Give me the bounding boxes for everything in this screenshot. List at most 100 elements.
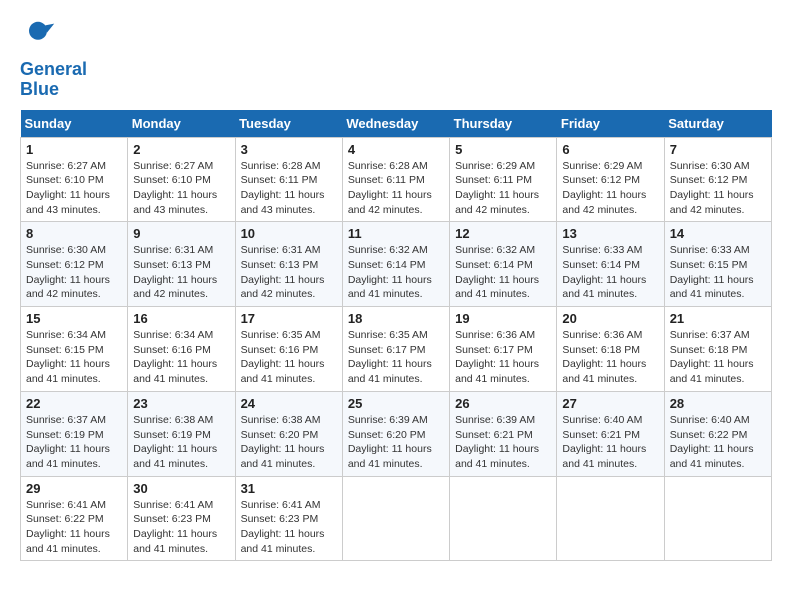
calendar-cell: 10Sunrise: 6:31 AMSunset: 6:13 PMDayligh… bbox=[235, 222, 342, 307]
calendar-week-row: 8Sunrise: 6:30 AMSunset: 6:12 PMDaylight… bbox=[21, 222, 772, 307]
day-number: 20 bbox=[562, 311, 658, 326]
calendar-cell bbox=[342, 476, 449, 561]
calendar-cell: 13 Sunrise: 6:33 AMSunset: 6:14 PMDayligh… bbox=[557, 222, 664, 307]
day-number: 6 bbox=[562, 142, 658, 157]
calendar-cell: 3 Sunrise: 6:28 AMSunset: 6:11 PMDaylight… bbox=[235, 137, 342, 222]
calendar-cell: 25 Sunrise: 6:39 AMSunset: 6:20 PMDayligh… bbox=[342, 391, 449, 476]
calendar-week-row: 15Sunrise: 6:34 AMSunset: 6:15 PMDayligh… bbox=[21, 307, 772, 392]
column-header-saturday: Saturday bbox=[664, 110, 771, 138]
day-info: Sunrise: 6:32 AMSunset: 6:14 PMDaylight:… bbox=[455, 243, 551, 302]
day-info: Sunrise: 6:38 AMSunset: 6:20 PMDaylight:… bbox=[241, 413, 337, 472]
calendar-cell: 1 Sunrise: 6:27 AMSunset: 6:10 PMDaylight… bbox=[21, 137, 128, 222]
calendar-cell: 4 Sunrise: 6:28 AMSunset: 6:11 PMDaylight… bbox=[342, 137, 449, 222]
logo-icon bbox=[20, 20, 56, 56]
calendar-cell: 15Sunrise: 6:34 AMSunset: 6:15 PMDayligh… bbox=[21, 307, 128, 392]
day-info: Sunrise: 6:30 AMSunset: 6:12 PMDaylight:… bbox=[670, 159, 766, 218]
day-info: Sunrise: 6:38 AMSunset: 6:19 PMDaylight:… bbox=[133, 413, 229, 472]
calendar-cell bbox=[557, 476, 664, 561]
calendar-cell: 11 Sunrise: 6:32 AMSunset: 6:14 PMDayligh… bbox=[342, 222, 449, 307]
day-info: Sunrise: 6:33 AMSunset: 6:14 PMDaylight:… bbox=[562, 243, 658, 302]
calendar-cell: 9Sunrise: 6:31 AMSunset: 6:13 PMDaylight… bbox=[128, 222, 235, 307]
calendar-table: SundayMondayTuesdayWednesdayThursdayFrid… bbox=[20, 110, 772, 562]
day-number: 14 bbox=[670, 226, 766, 241]
day-info: Sunrise: 6:34 AMSunset: 6:15 PMDaylight:… bbox=[26, 328, 122, 387]
calendar-cell: 23Sunrise: 6:38 AMSunset: 6:19 PMDayligh… bbox=[128, 391, 235, 476]
calendar-cell: 29 Sunrise: 6:41 AMSunset: 6:22 PMDayligh… bbox=[21, 476, 128, 561]
column-header-tuesday: Tuesday bbox=[235, 110, 342, 138]
calendar-cell: 30 Sunrise: 6:41 AMSunset: 6:23 PMDayligh… bbox=[128, 476, 235, 561]
calendar-cell: 26Sunrise: 6:39 AMSunset: 6:21 PMDayligh… bbox=[450, 391, 557, 476]
calendar-cell bbox=[450, 476, 557, 561]
day-info: Sunrise: 6:29 AMSunset: 6:12 PMDaylight:… bbox=[562, 159, 658, 218]
column-header-sunday: Sunday bbox=[21, 110, 128, 138]
day-info: Sunrise: 6:40 AMSunset: 6:21 PMDaylight:… bbox=[562, 413, 658, 472]
day-number: 12 bbox=[455, 226, 551, 241]
day-number: 16 bbox=[133, 311, 229, 326]
calendar-cell: 7 Sunrise: 6:30 AMSunset: 6:12 PMDaylight… bbox=[664, 137, 771, 222]
calendar-cell: 24 Sunrise: 6:38 AMSunset: 6:20 PMDayligh… bbox=[235, 391, 342, 476]
day-number: 7 bbox=[670, 142, 766, 157]
logo: General Blue bbox=[20, 20, 87, 100]
day-number: 29 bbox=[26, 481, 122, 496]
day-info: Sunrise: 6:36 AMSunset: 6:18 PMDaylight:… bbox=[562, 328, 658, 387]
calendar-week-row: 29 Sunrise: 6:41 AMSunset: 6:22 PMDayligh… bbox=[21, 476, 772, 561]
calendar-header-row: SundayMondayTuesdayWednesdayThursdayFrid… bbox=[21, 110, 772, 138]
calendar-cell: 12 Sunrise: 6:32 AMSunset: 6:14 PMDayligh… bbox=[450, 222, 557, 307]
day-info: Sunrise: 6:37 AMSunset: 6:18 PMDaylight:… bbox=[670, 328, 766, 387]
day-info: Sunrise: 6:41 AMSunset: 6:22 PMDaylight:… bbox=[26, 498, 122, 557]
day-info: Sunrise: 6:29 AMSunset: 6:11 PMDaylight:… bbox=[455, 159, 551, 218]
day-number: 30 bbox=[133, 481, 229, 496]
day-number: 11 bbox=[348, 226, 444, 241]
day-info: Sunrise: 6:35 AMSunset: 6:16 PMDaylight:… bbox=[241, 328, 337, 387]
day-number: 22 bbox=[26, 396, 122, 411]
day-number: 31 bbox=[241, 481, 337, 496]
day-number: 25 bbox=[348, 396, 444, 411]
day-info: Sunrise: 6:39 AMSunset: 6:20 PMDaylight:… bbox=[348, 413, 444, 472]
day-number: 24 bbox=[241, 396, 337, 411]
column-header-thursday: Thursday bbox=[450, 110, 557, 138]
day-number: 28 bbox=[670, 396, 766, 411]
day-info: Sunrise: 6:41 AMSunset: 6:23 PMDaylight:… bbox=[241, 498, 337, 557]
day-number: 2 bbox=[133, 142, 229, 157]
day-info: Sunrise: 6:33 AMSunset: 6:15 PMDaylight:… bbox=[670, 243, 766, 302]
calendar-cell: 16 Sunrise: 6:34 AMSunset: 6:16 PMDayligh… bbox=[128, 307, 235, 392]
page-header: General Blue bbox=[20, 20, 772, 100]
day-info: Sunrise: 6:32 AMSunset: 6:14 PMDaylight:… bbox=[348, 243, 444, 302]
column-header-friday: Friday bbox=[557, 110, 664, 138]
day-number: 21 bbox=[670, 311, 766, 326]
day-info: Sunrise: 6:27 AMSunset: 6:10 PMDaylight:… bbox=[133, 159, 229, 218]
day-info: Sunrise: 6:40 AMSunset: 6:22 PMDaylight:… bbox=[670, 413, 766, 472]
calendar-cell: 18Sunrise: 6:35 AMSunset: 6:17 PMDayligh… bbox=[342, 307, 449, 392]
logo-text: General Blue bbox=[20, 60, 87, 100]
calendar-cell: 8Sunrise: 6:30 AMSunset: 6:12 PMDaylight… bbox=[21, 222, 128, 307]
day-info: Sunrise: 6:27 AMSunset: 6:10 PMDaylight:… bbox=[26, 159, 122, 218]
day-info: Sunrise: 6:31 AMSunset: 6:13 PMDaylight:… bbox=[133, 243, 229, 302]
day-number: 27 bbox=[562, 396, 658, 411]
column-header-wednesday: Wednesday bbox=[342, 110, 449, 138]
calendar-cell: 31 Sunrise: 6:41 AMSunset: 6:23 PMDayligh… bbox=[235, 476, 342, 561]
day-number: 13 bbox=[562, 226, 658, 241]
column-header-monday: Monday bbox=[128, 110, 235, 138]
calendar-week-row: 22Sunrise: 6:37 AMSunset: 6:19 PMDayligh… bbox=[21, 391, 772, 476]
day-info: Sunrise: 6:31 AMSunset: 6:13 PMDaylight:… bbox=[241, 243, 337, 302]
calendar-cell: 22Sunrise: 6:37 AMSunset: 6:19 PMDayligh… bbox=[21, 391, 128, 476]
calendar-cell: 14 Sunrise: 6:33 AMSunset: 6:15 PMDayligh… bbox=[664, 222, 771, 307]
calendar-cell: 5 Sunrise: 6:29 AMSunset: 6:11 PMDaylight… bbox=[450, 137, 557, 222]
day-info: Sunrise: 6:34 AMSunset: 6:16 PMDaylight:… bbox=[133, 328, 229, 387]
calendar-cell: 21 Sunrise: 6:37 AMSunset: 6:18 PMDayligh… bbox=[664, 307, 771, 392]
calendar-cell: 19Sunrise: 6:36 AMSunset: 6:17 PMDayligh… bbox=[450, 307, 557, 392]
day-number: 19 bbox=[455, 311, 551, 326]
day-number: 26 bbox=[455, 396, 551, 411]
day-number: 1 bbox=[26, 142, 122, 157]
day-number: 5 bbox=[455, 142, 551, 157]
day-info: Sunrise: 6:35 AMSunset: 6:17 PMDaylight:… bbox=[348, 328, 444, 387]
day-info: Sunrise: 6:28 AMSunset: 6:11 PMDaylight:… bbox=[241, 159, 337, 218]
day-info: Sunrise: 6:28 AMSunset: 6:11 PMDaylight:… bbox=[348, 159, 444, 218]
day-number: 4 bbox=[348, 142, 444, 157]
calendar-week-row: 1 Sunrise: 6:27 AMSunset: 6:10 PMDaylight… bbox=[21, 137, 772, 222]
calendar-cell: 28 Sunrise: 6:40 AMSunset: 6:22 PMDayligh… bbox=[664, 391, 771, 476]
day-number: 17 bbox=[241, 311, 337, 326]
day-info: Sunrise: 6:41 AMSunset: 6:23 PMDaylight:… bbox=[133, 498, 229, 557]
day-number: 3 bbox=[241, 142, 337, 157]
day-info: Sunrise: 6:30 AMSunset: 6:12 PMDaylight:… bbox=[26, 243, 122, 302]
